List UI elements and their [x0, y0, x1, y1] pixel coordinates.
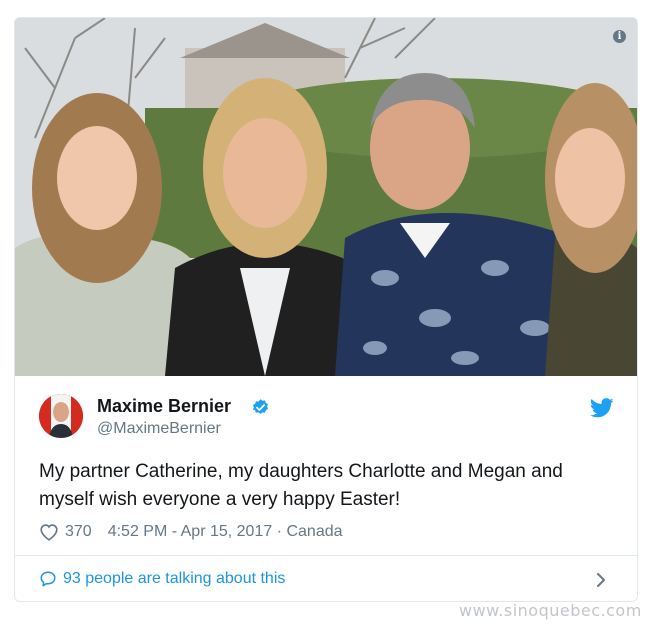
avatar[interactable] [39, 394, 83, 438]
speech-bubble-icon [40, 571, 56, 587]
tweet-photo[interactable]: i [15, 18, 637, 376]
twitter-bird-icon[interactable] [590, 398, 614, 418]
divider [15, 555, 637, 556]
tweet-timestamp[interactable]: 4:52 PM - Apr 15, 2017 · Canada [108, 523, 343, 541]
info-icon[interactable]: i [613, 30, 626, 43]
family-photo [15, 18, 637, 376]
verified-badge-icon [252, 399, 269, 414]
tweet-header: Maxime Bernier @MaximeBernier [39, 394, 619, 444]
tweet-text: My partner Catherine, my daughters Charl… [39, 461, 563, 510]
watermark: www.sinoquebec.com [459, 601, 642, 620]
author-name[interactable]: Maxime Bernier [97, 396, 231, 417]
chevron-right-icon[interactable] [595, 571, 607, 589]
tweet-embed-card: i Maxime Bernier @MaximeBernier My partn… [14, 17, 638, 602]
conversation-link[interactable]: 93 people are talking about this [39, 570, 285, 588]
like-count[interactable]: 370 [65, 523, 92, 541]
tweet-meta: 370 4:52 PM - Apr 15, 2017 · Canada [39, 521, 343, 543]
author-handle[interactable]: @MaximeBernier [97, 420, 221, 438]
heart-icon[interactable] [39, 523, 59, 541]
conversation-link-label[interactable]: 93 people are talking about this [63, 570, 285, 588]
